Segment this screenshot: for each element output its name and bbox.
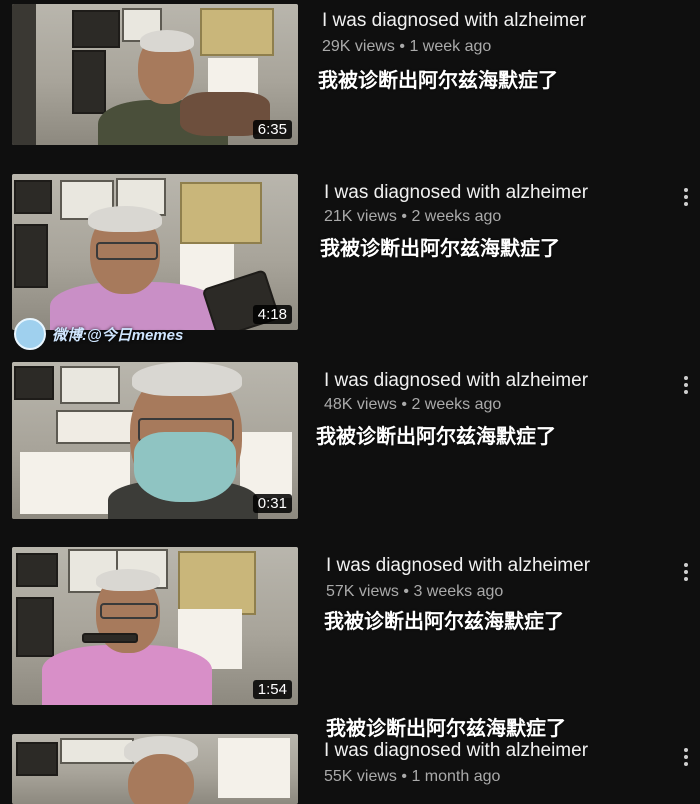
video-thumbnail[interactable]: 4:18 [12,174,298,330]
view-count: 48K views [324,396,397,413]
meta-separator: • [401,768,407,785]
video-title[interactable]: I was diagnosed with alzheimer [326,555,590,577]
video-thumbnail[interactable]: 0:31 [12,362,298,519]
upload-age: 3 weeks ago [413,583,504,600]
video-result[interactable]: 我被诊断出阿尔兹海默症了 I was diagnosed with alzhei… [0,710,700,804]
view-count: 21K views [324,208,397,225]
video-title[interactable]: I was diagnosed with alzheimer [324,370,588,392]
video-meta: 55K views • 1 month ago [324,768,500,786]
upload-age: 1 week ago [409,38,492,55]
video-thumbnail[interactable] [12,734,298,804]
upload-age: 2 weeks ago [411,208,502,225]
video-title[interactable]: I was diagnosed with alzheimer [322,10,586,32]
watermark-logo-icon [14,318,46,350]
watermark-text: 微博:@今日memes [52,326,184,344]
video-title[interactable]: I was diagnosed with alzheimer [324,740,588,762]
chinese-caption: 我被诊断出阿尔兹海默症了 [320,236,560,260]
video-thumbnail[interactable]: 1:54 [12,547,298,705]
duration-badge: 4:18 [252,305,292,324]
meta-separator: • [401,208,407,225]
chinese-caption: 我被诊断出阿尔兹海默症了 [316,424,556,448]
view-count: 29K views [322,38,395,55]
more-options-button[interactable] [684,563,690,581]
chinese-caption: 我被诊断出阿尔兹海默症了 [326,716,566,740]
meta-separator: • [399,38,405,55]
upload-age: 1 month ago [411,768,501,785]
chinese-caption: 我被诊断出阿尔兹海默症了 [318,68,558,92]
video-result[interactable]: 6:35 I was diagnosed with alzheimer 29K … [0,0,700,160]
view-count: 57K views [326,583,399,600]
view-count: 55K views [324,768,397,785]
meta-separator: • [401,396,407,413]
video-meta: 21K views • 2 weeks ago [324,208,501,226]
video-meta: 29K views • 1 week ago [322,38,491,56]
weibo-watermark: 微博:@今日memes [14,318,183,350]
video-meta: 48K views • 2 weeks ago [324,396,501,414]
duration-badge: 6:35 [252,120,292,139]
more-options-button[interactable] [684,376,690,394]
video-result[interactable]: 0:31 I was diagnosed with alzheimer 48K … [0,360,700,530]
video-thumbnail[interactable]: 6:35 [12,4,298,145]
video-result[interactable]: 1:54 I was diagnosed with alzheimer 57K … [0,545,700,710]
duration-badge: 0:31 [252,494,292,513]
upload-age: 2 weeks ago [411,396,502,413]
video-meta: 57K views • 3 weeks ago [326,583,503,601]
video-title[interactable]: I was diagnosed with alzheimer [324,182,588,204]
meta-separator: • [403,583,409,600]
chinese-caption: 我被诊断出阿尔兹海默症了 [324,609,564,633]
more-options-button[interactable] [684,188,690,206]
more-options-button[interactable] [684,748,690,766]
duration-badge: 1:54 [252,680,292,699]
